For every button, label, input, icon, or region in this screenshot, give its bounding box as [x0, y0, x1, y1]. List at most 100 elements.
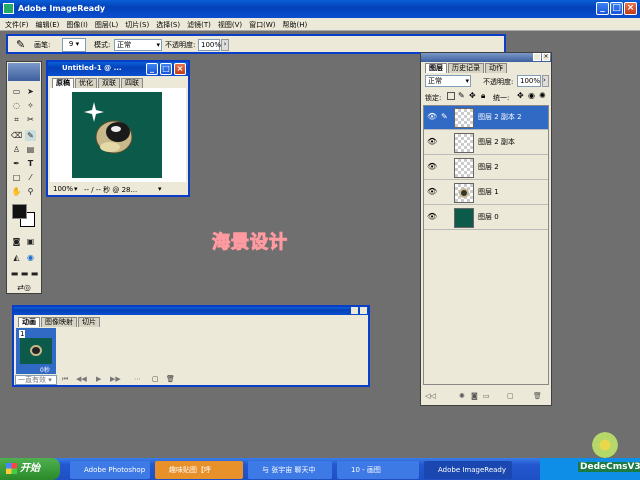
eye-icon[interactable]: 👁︎ [427, 137, 437, 147]
layers-opacity-arrow-icon[interactable]: › [542, 75, 549, 87]
menu-item[interactable]: 图层(L) [95, 20, 118, 30]
layer-row[interactable]: 👁︎ 图层 2 副本 [424, 131, 548, 155]
taskbar-item[interactable]: 10 - 画图 [337, 461, 419, 479]
document-tab[interactable]: 原稿 [52, 78, 74, 88]
prev-frame-icon[interactable]: ◀◀ [76, 375, 87, 383]
loop-select[interactable]: 一直有效 ▾ [15, 375, 57, 385]
layer-row[interactable]: 👁︎ 图层 1 [424, 181, 548, 205]
opacity-input[interactable]: 100% [198, 39, 221, 51]
duplicate-frame-icon[interactable]: ▢ [152, 375, 159, 383]
crop-tool-icon[interactable]: ⌗ [11, 114, 22, 125]
document-tab[interactable]: 优化 [75, 78, 97, 88]
minimize-button[interactable]: _ [596, 2, 609, 15]
lock-paint-icon[interactable]: ✎ [458, 91, 465, 100]
eye-icon[interactable]: 👁︎ [427, 162, 437, 172]
prev-frame-icon[interactable]: ◁◁ [425, 392, 436, 400]
first-frame-icon[interactable]: ⏮ [62, 375, 68, 384]
stamp-tool-icon[interactable]: ♙ [11, 144, 22, 155]
menu-item[interactable]: 切片(S) [125, 20, 149, 30]
taskbar-item[interactable]: Adobe ImageReady [424, 461, 512, 479]
mode-select[interactable]: 正常 ▾ [114, 39, 162, 51]
layer-row[interactable]: 👁︎ 图层 0 [424, 206, 548, 230]
palette-close-icon[interactable]: × [542, 53, 550, 61]
magic-wand-tool-icon[interactable]: ✧ [25, 100, 36, 111]
document-tab[interactable]: 双联 [98, 78, 120, 88]
move-tool-icon[interactable]: ➤ [25, 86, 36, 97]
new-set-icon[interactable]: ◙ [471, 392, 478, 400]
zoom-tool-icon[interactable]: ⚲ [25, 186, 36, 197]
animation-tab[interactable]: 动画 [18, 317, 40, 327]
tween-icon[interactable]: ⋯ [134, 375, 141, 383]
menu-item[interactable]: 编辑(E) [36, 20, 60, 30]
jump-to-photoshop-icon[interactable]: ⇄◎ [13, 282, 35, 293]
screen-mode-black-icon[interactable]: ▬ [29, 268, 40, 279]
doc-minimize-button[interactable]: _ [146, 63, 158, 75]
quick-mask-icon[interactable]: ◙ [11, 236, 22, 247]
opacity-arrow-icon[interactable]: › [221, 39, 229, 51]
eye-icon[interactable]: 👁︎ [427, 187, 437, 197]
zoom-level[interactable]: 100% [53, 185, 73, 193]
gradient-tool-icon[interactable]: ▤ [25, 144, 36, 155]
animation-tab[interactable]: 切片 [78, 317, 100, 327]
type-tool-icon[interactable]: T [25, 158, 36, 169]
shape-tool-icon[interactable]: □ [11, 172, 22, 183]
menu-item[interactable]: 图像(I) [66, 20, 88, 30]
rollover-preview-icon[interactable]: ▣ [25, 236, 36, 247]
unify-position-icon[interactable]: ✥ [517, 91, 524, 100]
lasso-tool-icon[interactable]: ◌ [11, 100, 22, 111]
new-folder-icon[interactable]: ▭ [483, 392, 490, 400]
image-map-tool-icon[interactable]: ◭ [11, 252, 22, 263]
hand-tool-icon[interactable]: ✋ [11, 186, 22, 197]
delete-frame-icon[interactable]: 🗑︎ [166, 375, 175, 383]
preview-browser-icon[interactable]: ◉ [25, 252, 36, 263]
brush-size-picker[interactable]: 9 ▾ [62, 38, 86, 52]
menu-item[interactable]: 窗口(W) [249, 20, 275, 30]
unify-style-icon[interactable]: ✺ [539, 91, 546, 100]
palette-minimize-icon[interactable] [533, 53, 541, 61]
menu-item[interactable]: 视图(V) [218, 20, 242, 30]
foreground-color-swatch[interactable] [12, 204, 27, 219]
layer-row[interactable]: 👁︎ 图层 2 [424, 156, 548, 180]
delete-layer-icon[interactable]: 🗑︎ [533, 392, 542, 400]
lock-all-icon[interactable]: 🔒︎ [481, 91, 485, 101]
layer-row[interactable]: 👁︎ ✎ 图层 2 副本 2 [424, 106, 548, 130]
lock-move-icon[interactable]: ✥ [469, 91, 476, 100]
new-layer-icon[interactable]: ▢ [507, 392, 514, 400]
play-icon[interactable]: ▶ [96, 375, 101, 383]
unify-visibility-icon[interactable]: ◉ [528, 91, 535, 100]
menu-item[interactable]: 滤镜(T) [187, 20, 211, 30]
palette-minimize-icon[interactable] [351, 307, 358, 314]
eye-icon[interactable]: 👁︎ [427, 212, 437, 222]
brush-tool-icon[interactable]: ✎ [25, 130, 36, 141]
pen-tool-icon[interactable]: ✒ [11, 158, 22, 169]
start-button[interactable]: 开始 [0, 458, 60, 480]
marquee-tool-icon[interactable]: ▭ [11, 86, 22, 97]
layers-tab[interactable]: 动作 [485, 63, 507, 73]
chevron-down-icon[interactable]: ▾ [158, 185, 162, 193]
animation-tab[interactable]: 图像映射 [41, 317, 77, 327]
maximize-button[interactable]: □ [610, 2, 623, 15]
layers-tab[interactable]: 图层 [425, 63, 447, 73]
animation-frame[interactable]: 1 0秒 [16, 328, 56, 374]
frame-delay[interactable]: 0秒 [40, 365, 50, 374]
next-frame-icon[interactable]: ▶▶ [110, 375, 121, 383]
document-canvas[interactable] [72, 92, 162, 178]
close-button[interactable]: × [624, 2, 637, 15]
blend-mode-select[interactable]: 正常 ▾ [425, 75, 471, 87]
eyedropper-tool-icon[interactable]: ⁄ [25, 172, 36, 183]
menu-item[interactable]: 帮助(H) [283, 20, 308, 30]
chevron-down-icon[interactable]: ▾ [74, 185, 78, 193]
doc-close-button[interactable]: × [174, 63, 186, 75]
palette-close-icon[interactable] [360, 307, 367, 314]
taskbar-item[interactable]: 趣味贴图【呼 [155, 461, 243, 479]
eye-icon[interactable]: 👁︎ [427, 112, 437, 122]
taskbar-item[interactable]: 与 张宇宙 聊天中 [248, 461, 332, 479]
menu-item[interactable]: 文件(F) [5, 20, 29, 30]
taskbar-item[interactable]: Adobe Photoshop [70, 461, 150, 479]
layer-style-icon[interactable]: ✺ [459, 392, 465, 400]
menu-item[interactable]: 选择(S) [156, 20, 180, 30]
document-tab[interactable]: 四联 [121, 78, 143, 88]
lock-transparency-icon[interactable] [447, 92, 455, 100]
layers-tab[interactable]: 历史记录 [448, 63, 484, 73]
slice-tool-icon[interactable]: ✂ [25, 114, 36, 125]
